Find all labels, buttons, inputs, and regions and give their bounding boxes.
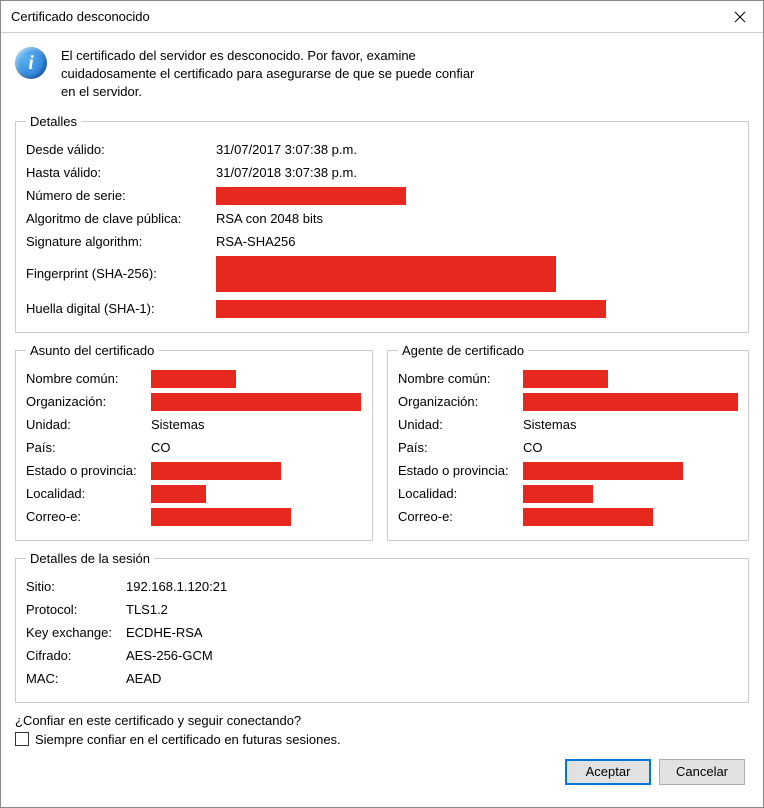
valid-from-value: 31/07/2017 3:07:38 p.m. [216, 142, 357, 157]
serial-label: Número de serie: [26, 188, 216, 203]
issuer-unit-label: Unidad: [398, 417, 523, 432]
always-trust-label: Siempre confiar en el certificado en fut… [35, 732, 341, 747]
issuer-country-label: País: [398, 440, 523, 455]
mac-value: AEAD [126, 671, 161, 686]
site-value: 192.168.1.120:21 [126, 579, 227, 594]
cipher-label: Cifrado: [26, 648, 126, 663]
issuer-email-redacted [523, 508, 653, 526]
subject-email-label: Correo-e: [26, 509, 151, 524]
issuer-locality-label: Localidad: [398, 486, 523, 501]
valid-to-value: 31/07/2018 3:07:38 p.m. [216, 165, 357, 180]
titlebar: Certificado desconocido [1, 1, 763, 33]
subject-country-label: País: [26, 440, 151, 455]
fp1-label: Huella digital (SHA-1): [26, 301, 216, 316]
session-legend: Detalles de la sesión [26, 551, 154, 566]
issuer-cn-label: Nombre común: [398, 371, 523, 386]
subject-group: Asunto del certificado Nombre común: Org… [15, 343, 373, 541]
site-label: Sitio: [26, 579, 126, 594]
fp256-redacted [216, 256, 556, 292]
issuer-locality-redacted [523, 485, 593, 503]
subject-org-redacted [151, 393, 361, 411]
dialog-content: i El certificado del servidor es descono… [1, 33, 763, 807]
always-trust-checkbox[interactable] [15, 732, 29, 746]
close-icon [734, 11, 746, 23]
valid-from-label: Desde válido: [26, 142, 216, 157]
issuer-legend: Agente de certificado [398, 343, 528, 358]
issuer-email-label: Correo-e: [398, 509, 523, 524]
subject-unit-label: Unidad: [26, 417, 151, 432]
info-icon: i [15, 47, 47, 79]
subject-country-value: CO [151, 440, 171, 455]
issuer-state-redacted [523, 462, 683, 480]
sigalg-label: Signature algorithm: [26, 234, 216, 249]
fp1-redacted [216, 300, 606, 318]
subject-cn-redacted [151, 370, 236, 388]
issuer-org-label: Organización: [398, 394, 523, 409]
subject-email-redacted [151, 508, 291, 526]
issuer-group: Agente de certificado Nombre común: Orga… [387, 343, 749, 541]
subject-org-label: Organización: [26, 394, 151, 409]
issuer-org-redacted [523, 393, 738, 411]
subject-cn-label: Nombre común: [26, 371, 151, 386]
details-group: Detalles Desde válido:31/07/2017 3:07:38… [15, 114, 749, 333]
subject-locality-redacted [151, 485, 206, 503]
pubkey-value: RSA con 2048 bits [216, 211, 323, 226]
proto-label: Protocol: [26, 602, 126, 617]
kex-label: Key exchange: [26, 625, 126, 640]
issuer-country-value: CO [523, 440, 543, 455]
subject-unit-value: Sistemas [151, 417, 204, 432]
intro-text: El certificado del servidor es desconoci… [61, 47, 481, 102]
issuer-state-label: Estado o provincia: [398, 463, 523, 478]
cipher-value: AES-256-GCM [126, 648, 213, 663]
trust-question: ¿Confiar en este certificado y seguir co… [15, 713, 749, 728]
close-button[interactable] [717, 1, 763, 32]
window-title: Certificado desconocido [11, 9, 150, 24]
intro-row: i El certificado del servidor es descono… [15, 47, 749, 102]
issuer-unit-value: Sistemas [523, 417, 576, 432]
fp256-label: Fingerprint (SHA-256): [26, 266, 216, 281]
mac-label: MAC: [26, 671, 126, 686]
valid-to-label: Hasta válido: [26, 165, 216, 180]
subject-state-label: Estado o provincia: [26, 463, 151, 478]
subject-state-redacted [151, 462, 281, 480]
details-legend: Detalles [26, 114, 81, 129]
subject-locality-label: Localidad: [26, 486, 151, 501]
subject-legend: Asunto del certificado [26, 343, 158, 358]
sigalg-value: RSA-SHA256 [216, 234, 295, 249]
proto-value: TLS1.2 [126, 602, 168, 617]
serial-redacted [216, 187, 406, 205]
issuer-cn-redacted [523, 370, 608, 388]
session-group: Detalles de la sesión Sitio:192.168.1.12… [15, 551, 749, 703]
pubkey-label: Algoritmo de clave pública: [26, 211, 216, 226]
kex-value: ECDHE-RSA [126, 625, 203, 640]
